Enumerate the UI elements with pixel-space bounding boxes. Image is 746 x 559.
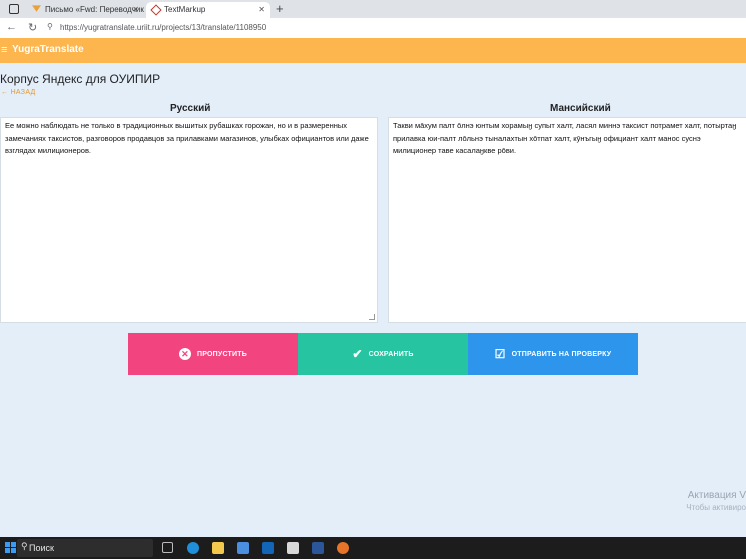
source-text: Ее можно наблюдать не только в традицион… [5,121,369,155]
browser-app-icon[interactable] [337,542,349,554]
calculator-icon[interactable] [287,542,299,554]
search-label: Поиск [29,543,54,553]
target-text-area[interactable]: Такви мāхум палт ōлнэ юнтым хорамыӈ супы… [388,117,746,323]
file-explorer-icon[interactable] [212,542,224,554]
taskbar-search[interactable]: ⚲ Поиск [17,539,153,557]
mail-icon [32,5,41,12]
windows-start-icon[interactable] [5,542,16,553]
checkmark-icon: ✔ [352,347,363,361]
reload-icon[interactable]: ↻ [28,21,37,34]
new-tab-button[interactable]: + [276,0,284,18]
resize-handle[interactable] [369,314,375,320]
url-field[interactable]: https://yugratranslate.uriit.ru/projects… [60,23,266,32]
activation-watermark-sub: Чтобы активиро [686,503,746,512]
store-icon[interactable] [237,542,249,554]
close-tab-icon[interactable]: ✕ [132,2,139,18]
skip-label: ПРОПУСТИТЬ [197,350,247,358]
back-arrow-icon[interactable]: ← [6,21,17,33]
back-arrow-icon: ← [1,89,9,96]
target-language-label: Мансийский [550,103,611,114]
source-text-area[interactable]: Ее можно наблюдать не только в традицион… [0,117,378,323]
brand-logo[interactable]: YugraTranslate [12,44,84,55]
target-text: Такви мāхум палт ōлнэ юнтым хорамыӈ супы… [393,121,737,155]
tab-title: TextMarkup [164,5,206,14]
address-bar: ← ↻ ⚲ https://yugratranslate.uriit.ru/pr… [0,18,746,39]
skip-button[interactable]: ✕ ПРОПУСТИТЬ [128,333,298,375]
source-language-label: Русский [170,103,211,114]
back-link[interactable]: ← НАЗАД [1,89,36,96]
save-button[interactable]: ✔ СОХРАНИТЬ [298,333,468,375]
send-label: ОТПРАВИТЬ НА ПРОВЕРКУ [511,350,612,358]
close-tab-icon[interactable]: ✕ [258,2,265,18]
window-menu-icon[interactable] [9,4,19,14]
page-title: Корпус Яндекс для ОУИПИР [0,72,161,86]
outlook-icon[interactable] [262,542,274,554]
search-icon: ⚲ [21,541,28,551]
save-label: СОХРАНИТЬ [368,350,414,358]
edge-browser-icon[interactable] [187,542,199,554]
browser-tab-strip: Письмо «Fwd: Переводчики и э ✕ TextMarku… [0,0,746,18]
task-view-icon[interactable] [162,542,173,553]
browser-tab-mail[interactable]: Письмо «Fwd: Переводчики и э ✕ [26,2,144,18]
textmarkup-favicon [150,4,162,16]
site-info-icon[interactable]: ⚲ [47,22,53,31]
activation-watermark: Активация V [687,490,746,501]
browser-tab-textmarkup[interactable]: TextMarkup ✕ [146,2,270,18]
send-for-review-button[interactable]: ☑ ОТПРАВИТЬ НА ПРОВЕРКУ [468,333,638,375]
word-icon[interactable] [312,542,324,554]
tab-title: Письмо «Fwd: Переводчики и э [45,5,144,14]
close-circle-icon: ✕ [179,348,192,360]
checkbox-icon: ☑ [494,347,506,361]
windows-taskbar: ⚲ Поиск [0,537,746,559]
app-header: ≡ YugraTranslate [0,38,746,63]
hamburger-menu-icon[interactable]: ≡ [1,44,7,56]
